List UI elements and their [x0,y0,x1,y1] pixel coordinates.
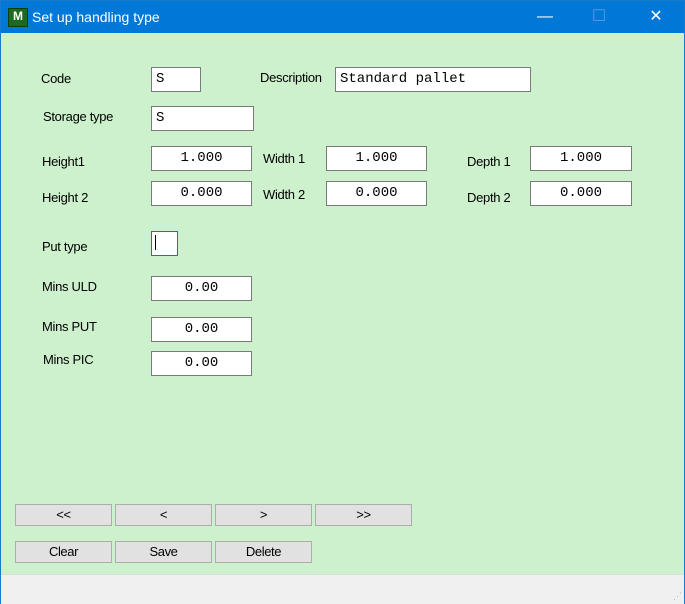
depth2-label: Depth 2 [467,190,511,205]
window-title: Set up handling type [32,9,160,25]
app-logo-icon: M [8,8,28,27]
width2-label: Width 2 [263,187,305,202]
first-record-button[interactable]: << [15,504,112,526]
next-record-button[interactable]: > [215,504,312,526]
title-bar: M Set up handling type — ☐ ✕ [1,1,684,33]
depth1-label: Depth 1 [467,154,511,169]
previous-record-button[interactable]: < [115,504,212,526]
width1-label: Width 1 [263,151,305,166]
width1-input[interactable]: 1.000 [326,146,427,171]
close-button[interactable]: ✕ [633,1,679,33]
resize-grip-icon[interactable]: ⋰ [673,591,682,602]
description-label: Description [260,70,322,85]
height1-input[interactable]: 1.000 [151,146,252,171]
mins-pic-label: Mins PIC [43,352,94,367]
last-record-button[interactable]: >> [315,504,412,526]
description-input[interactable]: Standard pallet [335,67,531,92]
put-type-input[interactable] [151,231,178,256]
status-bar: ⋰ [1,574,684,604]
depth1-input[interactable]: 1.000 [530,146,632,171]
mins-pic-input[interactable]: 0.00 [151,351,252,376]
window: M Set up handling type — ☐ ✕ Code S Desc… [0,0,685,604]
code-input[interactable]: S [151,67,201,92]
clear-button[interactable]: Clear [15,541,112,563]
code-label: Code [41,71,71,86]
storage-type-label: Storage type [43,109,114,124]
delete-button[interactable]: Delete [215,541,312,563]
width2-input[interactable]: 0.000 [326,181,427,206]
maximize-button: ☐ [591,8,607,25]
height1-label: Height1 [42,154,85,169]
mins-put-label: Mins PUT [42,319,97,334]
mins-uld-label: Mins ULD [42,279,97,294]
mins-uld-input[interactable]: 0.00 [151,276,252,301]
minimize-button[interactable]: — [522,1,568,33]
height2-input[interactable]: 0.000 [151,181,252,206]
put-type-label: Put type [42,239,88,254]
save-button[interactable]: Save [115,541,212,563]
storage-type-input[interactable]: S [151,106,254,131]
depth2-input[interactable]: 0.000 [530,181,632,206]
height2-label: Height 2 [42,190,89,205]
mins-put-input[interactable]: 0.00 [151,317,252,342]
text-cursor [155,234,156,250]
